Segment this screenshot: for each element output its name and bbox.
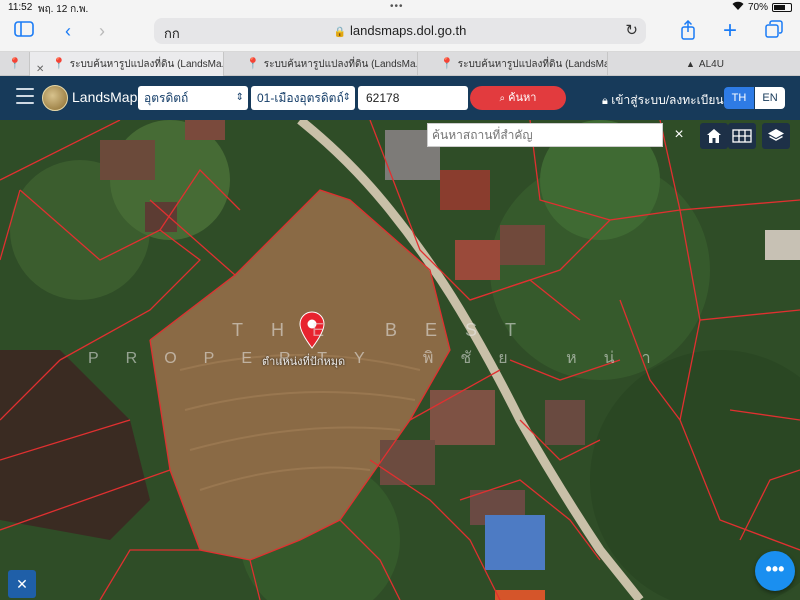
status-time: 11:52 (8, 2, 33, 13)
more-options-button[interactable]: ••• (755, 551, 795, 591)
wifi-icon (732, 1, 744, 13)
multitasking-dots-icon[interactable]: ••• (390, 1, 404, 12)
triangle-icon: ▲ (686, 59, 695, 69)
tabs-icon[interactable] (762, 20, 786, 42)
forward-icon[interactable]: › (90, 20, 114, 42)
province-value: อุตรดิตถ์ (144, 91, 189, 105)
lang-en-button[interactable]: EN (755, 87, 785, 109)
search-label: ค้นหา (508, 92, 537, 104)
tab-1[interactable]: ✕ 📍 ระบบค้นหารูปแปลงที่ดิน (LandsMa... (30, 52, 224, 76)
lang-th-button[interactable]: TH (724, 87, 754, 109)
search-icon: ⌕ (499, 93, 506, 104)
battery-icon (772, 2, 792, 12)
battery-percent: 70% (747, 1, 768, 13)
reload-icon[interactable]: ↻ (625, 21, 638, 39)
login-label: เข้าสู่ระบบ/ลงทะเบียน (611, 93, 724, 107)
login-link[interactable]: 🔒︎ เข้าสู่ระบบ/ลงทะเบียน (602, 91, 724, 110)
url-display[interactable]: 🔒 landsmaps.dol.go.th (154, 23, 646, 38)
share-icon[interactable] (676, 19, 700, 42)
new-tab-icon[interactable]: + (718, 19, 742, 43)
safari-toolbar: 11:52 พฤ. 12 ก.พ. ••• 70% ‹ › กก 🔒 landsm… (0, 0, 800, 52)
map-pin-icon: 📍 (52, 58, 66, 70)
lock-icon: 🔒︎ (602, 95, 608, 107)
lock-icon: 🔒 (333, 27, 347, 38)
tab-4[interactable]: ▲ AL4U (608, 52, 800, 76)
tab-2[interactable]: 📍 ระบบค้นหารูปแปลงที่ดิน (LandsMa... (224, 52, 418, 76)
tab-label: AL4U (698, 59, 724, 70)
home-icon[interactable] (700, 123, 728, 149)
pin-label: ตำแหน่งที่ปักหมุด (262, 356, 346, 368)
tab-label: ระบบค้นหารูปแปลงที่ดิน (LandsMa... (457, 59, 608, 70)
watermark-line1: THE BEST (232, 320, 545, 340)
tab-pinned[interactable]: 📍 (0, 52, 30, 76)
address-bar[interactable]: กก 🔒 landsmaps.dol.go.th ↻ (154, 18, 646, 44)
brand-name: LandsMaps (72, 89, 145, 105)
district-select[interactable]: 01-เมืองอุตรดิตถ์ ⇕ (251, 86, 355, 110)
chevron-updown-icon: ⇕ (342, 92, 351, 103)
district-value: 01-เมืองอุตรดิตถ์ (257, 91, 344, 105)
tab-label: ระบบค้นหารูปแปลงที่ดิน (LandsMa... (69, 59, 224, 70)
grid-icon[interactable] (728, 123, 756, 149)
tab-3[interactable]: 📍 ระบบค้นหารูปแปลงที่ดิน (LandsMa... (418, 52, 608, 76)
menu-icon[interactable] (16, 88, 34, 106)
layers-icon[interactable] (762, 123, 790, 149)
search-button[interactable]: ⌕ ค้นหา (470, 86, 566, 110)
status-right: 70% (732, 1, 792, 13)
status-date: พฤ. 12 ก.พ. (38, 4, 89, 15)
url-text: landsmaps.dol.go.th (350, 23, 467, 38)
watermark-line2: PROPERTY พิชัย หน่า (88, 350, 678, 367)
chevron-updown-icon: ⇕ (235, 92, 244, 103)
back-icon[interactable]: ‹ (56, 20, 80, 42)
map-pin-icon: 📍 (8, 58, 22, 70)
province-select[interactable]: อุตรดิตถ์ ⇕ (138, 86, 248, 110)
landsmaps-header: LandsMaps อุตรดิตถ์ ⇕ 01-เมืองอุตรดิตถ์ … (0, 76, 800, 120)
dol-logo (42, 85, 68, 111)
sidebar-icon[interactable] (12, 20, 36, 42)
tab-bar: 📍 ✕ 📍 ระบบค้นหารูปแปลงที่ดิน (LandsMa... … (0, 52, 800, 76)
map-pin-icon: 📍 (440, 58, 454, 70)
tab-label: ระบบค้นหารูปแปลงที่ดิน (LandsMa... (263, 59, 418, 70)
measure-tool-icon[interactable]: ✕ (8, 570, 36, 598)
parcel-number-input[interactable] (358, 86, 468, 110)
map-pin-icon: 📍 (246, 58, 260, 70)
place-search-input[interactable] (427, 123, 663, 147)
map-view[interactable]: THE BEST PROPERTY พิชัย หน่า ตำแหน่งที่ป… (0, 120, 800, 600)
close-icon[interactable]: ✕ (36, 58, 44, 76)
clear-search-button[interactable]: × (666, 123, 692, 147)
